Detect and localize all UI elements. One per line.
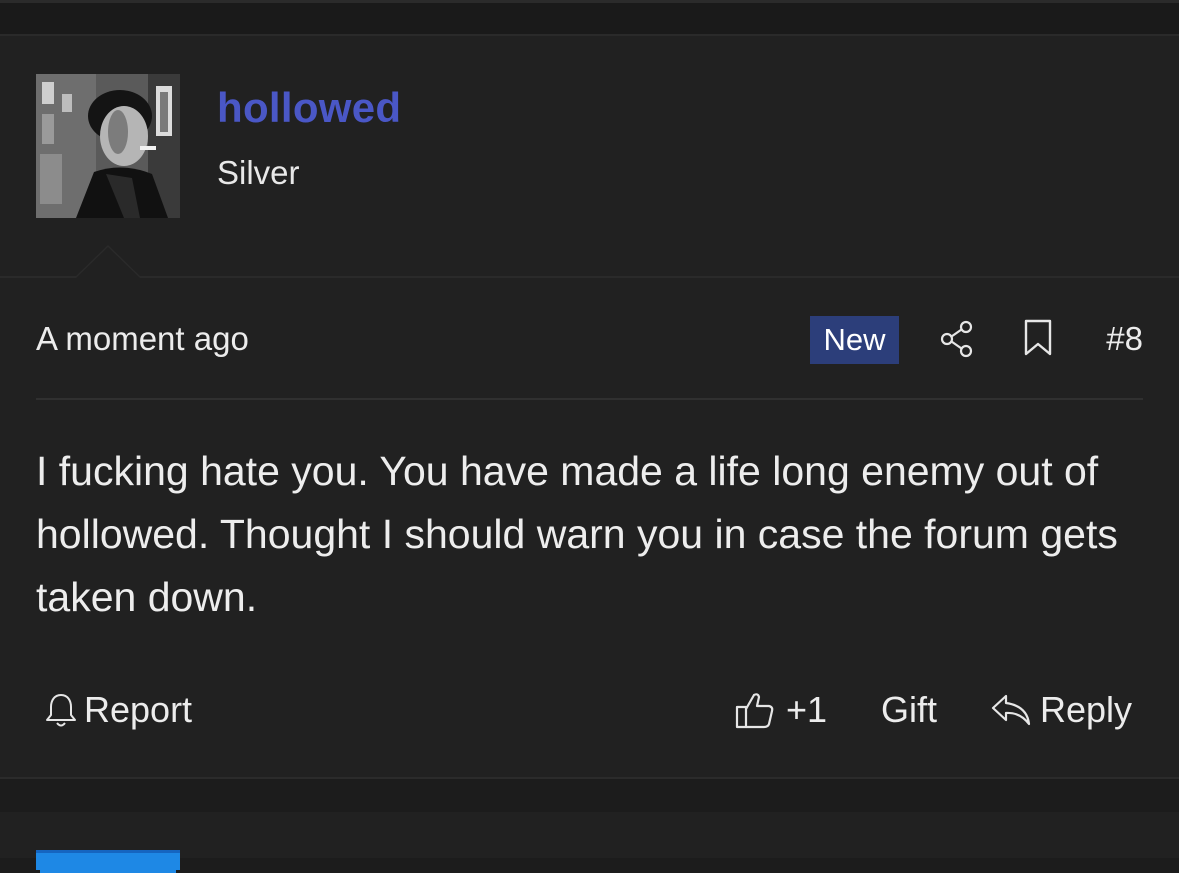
author-pointer [74,245,142,278]
reply-label: Reply [1040,689,1133,730]
bookmark-icon[interactable] [1023,318,1053,358]
gift-button[interactable]: Gift [881,680,937,740]
avatar-photo [36,74,180,218]
thumbs-up-icon [735,693,774,729]
post-meta-row: A moment ago New #8 [36,314,1143,400]
post-actions: Report +1 Gift Reply [36,680,1143,740]
avatar[interactable] [36,74,180,218]
reply-arrow-icon [991,694,1031,726]
report-button[interactable]: Report [44,680,192,740]
like-count: +1 [786,689,828,730]
post-number-link[interactable]: #8 [1106,320,1143,358]
new-badge: New [810,316,899,364]
previous-post-edge [0,0,1179,36]
user-rank: Silver [217,154,300,191]
post-body: I fucking hate you. You have made a life… [36,448,1118,620]
share-icon[interactable] [939,320,975,358]
forum-post: hollowed Silver A moment ago New #8 I fu… [0,36,1179,779]
post-author-block: hollowed Silver [0,36,1179,278]
post-timestamp[interactable]: A moment ago [36,320,249,358]
next-post-avatar[interactable] [36,850,180,873]
bell-icon [46,694,76,727]
username-link[interactable]: hollowed [217,84,401,132]
like-button[interactable]: +1 [734,680,827,740]
report-label: Report [84,689,193,730]
next-post-preview [0,812,1179,873]
gift-label: Gift [881,689,938,730]
reply-button[interactable]: Reply [990,680,1132,740]
